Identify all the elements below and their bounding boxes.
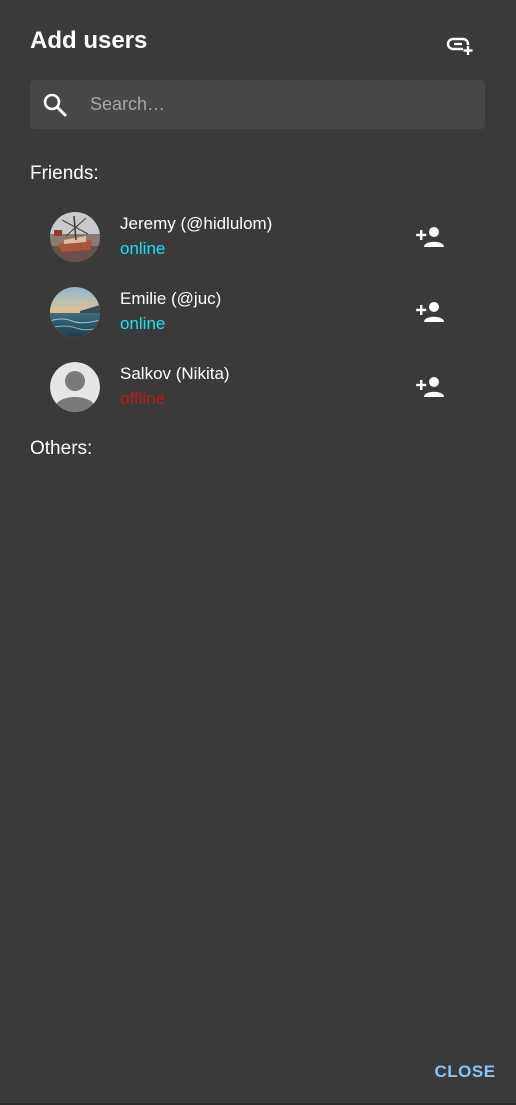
friend-name: Emilie (@juc) — [120, 289, 222, 308]
others-section-label: Others: — [30, 438, 93, 459]
friend-row: Salkov (Nikita) offline — [30, 350, 470, 425]
friend-name: Salkov (Nikita) — [120, 364, 230, 383]
friend-status: online — [120, 314, 166, 333]
add-friend-button[interactable] — [410, 297, 450, 327]
friend-status: offline — [120, 389, 166, 408]
add-link-icon — [446, 37, 473, 55]
friend-name: Jeremy (@hidlulom) — [120, 214, 273, 233]
add-friend-button[interactable] — [410, 372, 450, 402]
boat-photo-avatar — [50, 212, 100, 262]
dialog-title: Add users — [30, 27, 148, 54]
person-add-icon — [416, 302, 444, 322]
add-friend-button[interactable] — [410, 222, 450, 252]
sunset-sea-photo-avatar — [50, 287, 100, 337]
add-users-dialog: Add users Friends: — [0, 0, 516, 1103]
friend-row: Emilie (@juc) online — [30, 275, 470, 350]
person-add-icon — [416, 227, 444, 247]
friends-section-label: Friends: — [30, 163, 99, 184]
add-link-button[interactable] — [444, 32, 476, 60]
close-button[interactable]: CLOSE — [430, 1058, 500, 1086]
search-icon — [43, 93, 67, 117]
person-add-icon — [416, 377, 444, 397]
search-box — [30, 80, 485, 129]
friend-row: Jeremy (@hidlulom) online — [30, 200, 470, 275]
friend-status: online — [120, 239, 166, 258]
default-user-avatar — [50, 362, 100, 412]
search-input[interactable] — [90, 80, 470, 129]
